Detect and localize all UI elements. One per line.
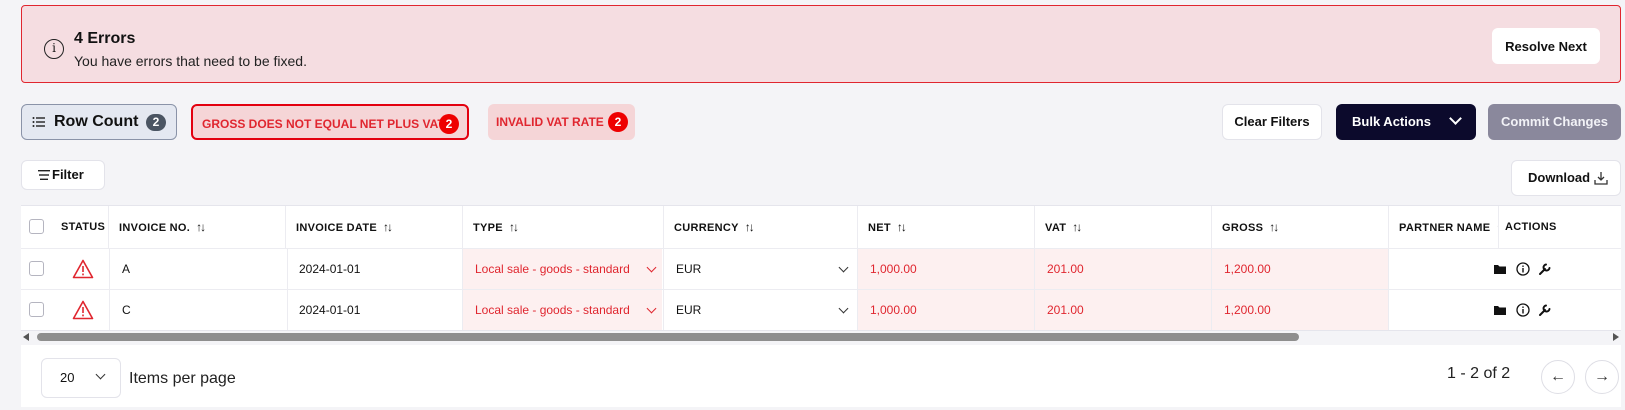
cell-gross[interactable]: 1,200.00 [1211,290,1388,330]
currency-select-value: EUR [676,303,702,317]
currency-select[interactable]: EUR [663,249,857,290]
type-select-value: Local sale - goods - standard [475,262,630,276]
chevron-down-icon [95,369,106,380]
chevron-down-icon [646,303,657,314]
select-all-checkbox[interactable] [29,219,44,234]
type-select[interactable]: Local sale - goods - standard [462,249,662,290]
type-select-value: Local sale - goods - standard [475,303,630,317]
row-checkbox[interactable] [29,261,44,276]
warning-icon [72,259,94,279]
sort-icon: ↑↓ [1072,220,1082,234]
table-row: C 2024-01-01 Local sale - goods - standa… [21,289,1621,330]
cell-partner-name[interactable] [1388,290,1498,330]
header-vat[interactable]: VAT ↑↓ [1034,206,1211,248]
alert-message: You have errors that need to be fixed. [74,53,307,69]
header-actions: ACTIONS [1498,206,1621,248]
chevron-down-icon [1449,112,1462,125]
previous-page-button[interactable]: ← [1541,360,1575,394]
chip-invalid-vat-rate[interactable]: INVALID VAT RATE 2 [488,104,635,140]
sort-icon: ↑↓ [1269,220,1279,234]
row-count-button[interactable]: Row Count 2 [21,104,177,140]
filter-button[interactable]: Filter [21,160,105,190]
error-alert: i 4 Errors You have errors that need to … [21,5,1621,83]
chip-gross-not-equal[interactable]: GROSS DOES NOT EQUAL NET PLUS VAT 2 [191,104,469,140]
download-button[interactable]: Download [1511,160,1621,196]
header-type[interactable]: TYPE ↑↓ [462,206,663,248]
sort-icon: ↑↓ [383,220,393,234]
table-row: A 2024-01-01 Local sale - goods - standa… [21,248,1621,290]
type-select[interactable]: Local sale - goods - standard [462,290,662,330]
cell-net[interactable]: 1,000.00 [857,290,1034,330]
bulk-actions-label: Bulk Actions [1352,114,1431,129]
scroll-right-arrow-icon[interactable] [1613,333,1619,341]
header-status: STATUS [61,221,106,233]
header-net[interactable]: NET ↑↓ [857,206,1034,248]
filter-label: Filter [52,167,84,182]
chip-count-badge: 2 [608,112,628,132]
items-per-page-value: 20 [60,370,75,385]
cell-vat[interactable]: 201.00 [1034,290,1211,330]
download-label: Download [1528,170,1591,185]
cell-invoice-date[interactable]: 2024-01-01 [287,249,462,290]
info-icon: i [44,39,64,59]
cell-gross[interactable]: 1,200.00 [1211,249,1388,290]
cell-invoice-date[interactable]: 2024-01-01 [287,290,462,330]
cell-partner-name[interactable] [1388,249,1498,290]
header-partner-name[interactable]: PARTNER NAME↑↓ [1388,206,1506,248]
bulk-actions-button[interactable]: Bulk Actions [1336,104,1476,140]
sort-icon: ↑↓ [896,220,907,234]
invoice-table: STATUS INVOICE NO. ↑↓ INVOICE DATE ↑↓ TYPE… [21,205,1621,331]
scrollbar-thumb[interactable] [37,333,1299,341]
horizontal-scrollbar[interactable] [21,331,1621,343]
currency-select[interactable]: EUR [663,290,857,330]
cell-vat[interactable]: 201.00 [1034,249,1211,290]
items-per-page-label: Items per page [129,370,236,387]
clear-filters-button[interactable]: Clear Filters [1222,104,1322,140]
currency-select-value: EUR [676,262,702,276]
folder-icon[interactable] [1493,262,1507,276]
chevron-down-icon [646,262,657,273]
next-page-button[interactable]: → [1585,360,1619,394]
cell-invoice-no[interactable]: C [109,290,285,330]
folder-icon[interactable] [1493,303,1507,317]
commit-changes-button[interactable]: Commit Changes [1488,104,1621,140]
header-gross[interactable]: GROSS ↑↓ [1211,206,1388,248]
row-actions [1493,249,1621,290]
row-actions [1493,290,1621,330]
cell-net[interactable]: 1,000.00 [857,249,1034,290]
resolve-next-button[interactable]: Resolve Next [1492,28,1600,64]
chip-label: INVALID VAT RATE [496,115,604,129]
wrench-icon[interactable] [1538,303,1552,317]
warning-icon [72,300,94,320]
pagination-bar: 20 Items per page 1 - 2 of 2 ← → [21,345,1621,407]
row-checkbox[interactable] [29,302,44,317]
filter-icon [38,170,50,180]
chevron-down-icon [838,262,849,273]
header-currency[interactable]: CURRENCY ↑↓ [663,206,857,248]
download-icon [1594,172,1608,185]
info-icon[interactable] [1516,262,1530,276]
sort-icon: ↑↓ [744,220,755,234]
chip-label: GROSS DOES NOT EQUAL NET PLUS VAT [202,117,445,131]
sort-icon: ↑↓ [196,220,206,234]
row-count-label: Row Count [54,113,139,130]
chip-count-badge: 2 [439,114,459,134]
row-count-badge: 2 [146,114,166,131]
page-range: 1 - 2 of 2 [1447,365,1511,382]
alert-title: 4 Errors [74,30,136,47]
scroll-left-arrow-icon[interactable] [23,333,29,341]
list-icon [32,117,45,127]
header-invoice-date[interactable]: INVOICE DATE ↑↓ [285,206,462,248]
chevron-down-icon [838,303,849,314]
cell-invoice-no[interactable]: A [109,249,285,290]
info-icon[interactable] [1516,303,1530,317]
header-invoice-no[interactable]: INVOICE NO. ↑↓ [108,206,285,248]
sort-icon: ↑↓ [508,220,519,234]
items-per-page-select[interactable]: 20 [41,358,121,398]
wrench-icon[interactable] [1538,262,1552,276]
